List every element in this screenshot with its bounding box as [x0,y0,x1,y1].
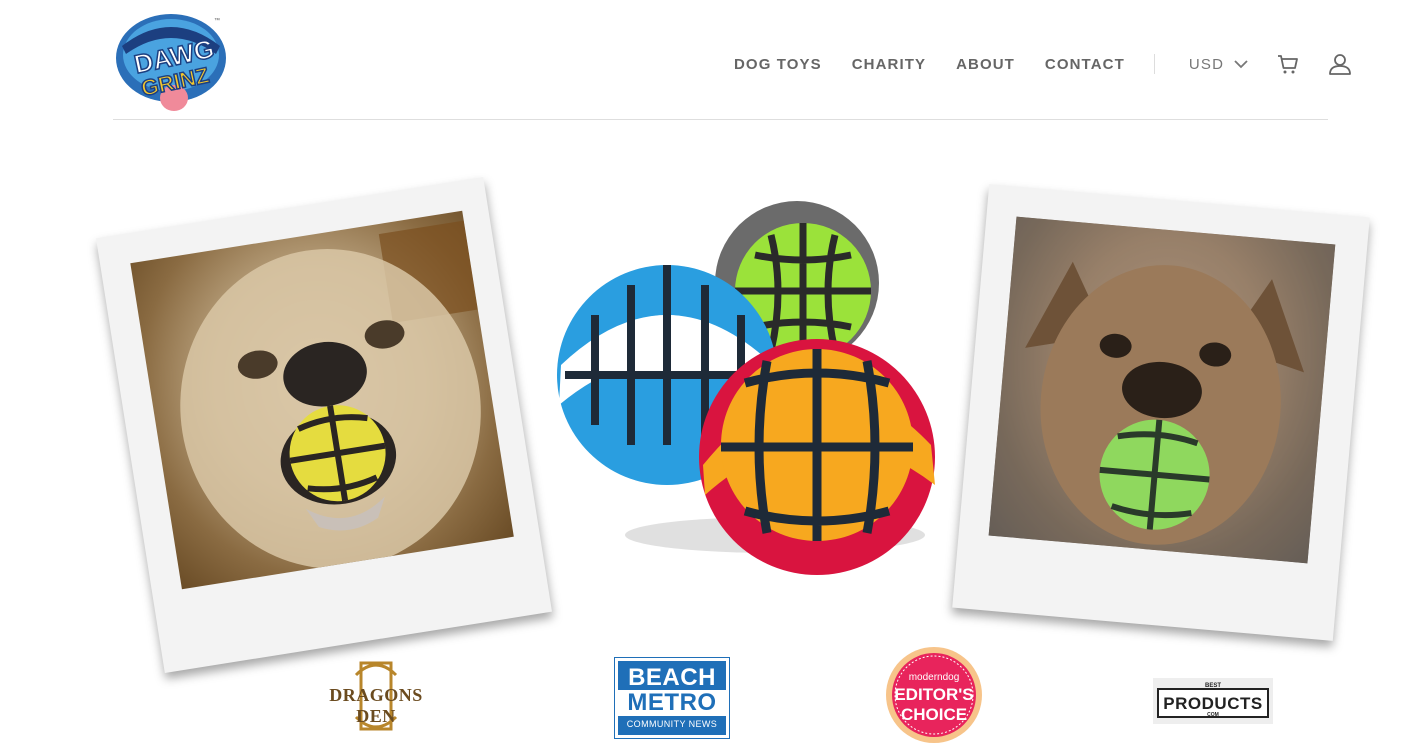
press-logo-beach-metro: BEACH METRO COMMUNITY NEWS [615,658,729,738]
nav-contact[interactable]: CONTACT [1045,56,1125,73]
svg-text:moderndog: moderndog [909,672,960,683]
press-logo-modern-dog: moderndog EDITOR'S CHOICE [886,647,982,743]
polaroid-photo-left [95,177,553,673]
best-products-bottom: COM [1207,712,1219,718]
account-button[interactable] [1328,52,1352,76]
nav-about[interactable]: ABOUT [956,56,1015,73]
header-divider [113,119,1328,120]
dragons-den-label: DRAGONS DEN [329,685,423,726]
nav-charity[interactable]: CHARITY [852,56,926,73]
nav-dog-toys[interactable]: DOG TOYS [734,56,822,73]
beach-metro-line3: COMMUNITY NEWS [626,719,718,729]
beach-metro-line1: BEACH [628,664,716,691]
cart-button[interactable] [1276,52,1300,76]
svg-text:CHOICE: CHOICE [901,705,967,724]
dog-photo-pitbull [988,216,1336,564]
nav-divider [1153,54,1155,74]
main-nav: DOG TOYS CHARITY ABOUT CONTACT USD [734,52,1352,76]
dawg-grinz-logo[interactable]: DAWG GRINZ ™ [112,8,230,114]
best-products-main: PRODUCTS [1163,694,1263,713]
currency-label: USD [1188,55,1225,73]
currency-selector[interactable]: USD [1189,56,1248,73]
dog-photo-doodle [130,210,514,590]
svg-text:EDITOR'S: EDITOR'S [894,685,973,704]
beach-metro-line2: METRO [618,690,726,716]
press-logo-dragons-den: DRAGONS DEN [316,655,436,737]
press-logo-best-products: BEST PRODUCTS COM [1153,678,1273,724]
best-products-box: BEST PRODUCTS COM [1157,683,1269,718]
user-icon [1329,54,1352,75]
polaroid-photo-right [952,184,1370,641]
chevron-down-icon [1234,60,1248,69]
cart-icon [1278,55,1299,74]
best-products-top: BEST [1204,683,1221,689]
site-header: DAWG GRINZ ™ DOG TOYS CHARITY ABOUT CONT… [0,0,1423,120]
svg-text:™: ™ [214,17,220,24]
product-balls-image [557,201,935,575]
